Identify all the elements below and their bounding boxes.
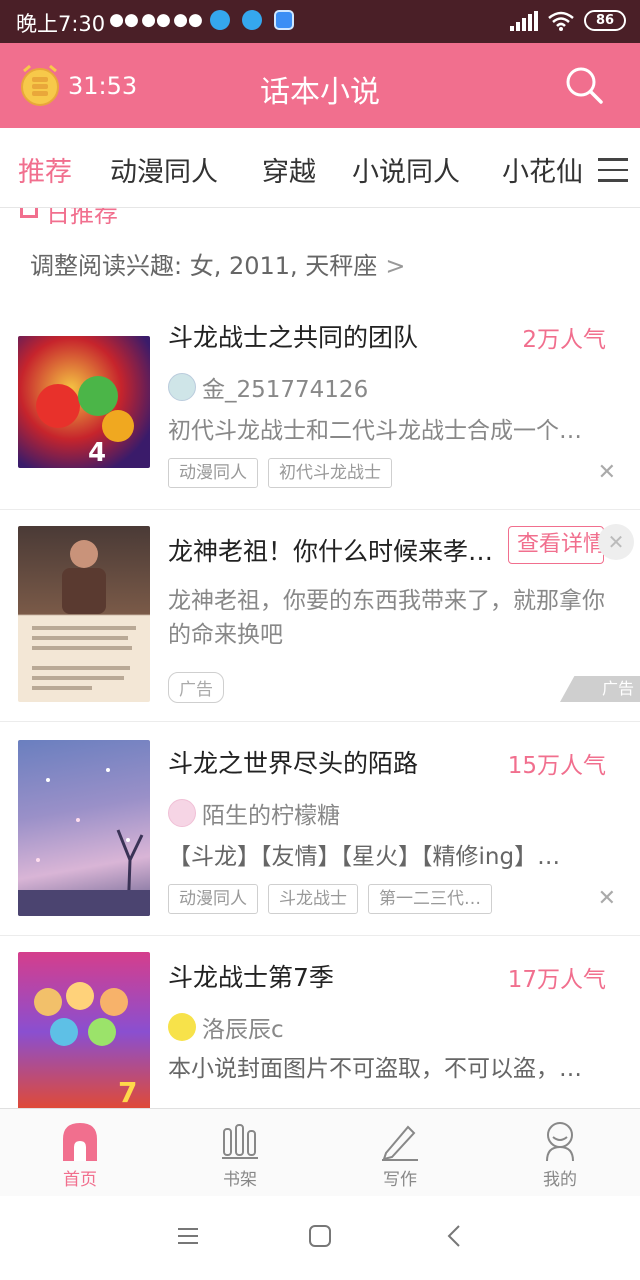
view-details-button[interactable]: 查看详情 bbox=[508, 526, 604, 564]
book-cover bbox=[18, 740, 150, 916]
category-tabs: 推荐 动漫同人 穿越 小说同人 小花仙 bbox=[0, 128, 640, 208]
app-notification-icon bbox=[240, 9, 264, 31]
app-header: 31:53 话本小说 bbox=[0, 43, 640, 128]
home-icon bbox=[63, 1123, 97, 1161]
tag[interactable]: 第一二三代… bbox=[368, 884, 492, 914]
bottom-navigation: 首页 书架 写作 我的 bbox=[0, 1108, 640, 1196]
dismiss-icon[interactable]: ✕ bbox=[598, 460, 616, 485]
author-name[interactable]: 金_251774126 bbox=[202, 370, 368, 404]
tag[interactable]: 动漫同人 bbox=[168, 884, 258, 914]
ad-label: 广告 bbox=[168, 672, 224, 703]
book-description: 初代斗龙战士和二代斗龙战士合成一个… bbox=[168, 418, 582, 444]
svg-text:7: 7 bbox=[118, 1076, 137, 1108]
popularity-count: 17万人气 bbox=[507, 967, 606, 993]
tab-novel-fanfic[interactable]: 小说同人 bbox=[352, 150, 460, 189]
adjust-interest-link[interactable]: 调整阅读兴趣: 女, 2011, 天秤座 > bbox=[30, 246, 405, 281]
close-icon[interactable]: ✕ bbox=[598, 524, 634, 560]
book-description: 【斗龙】【友情】【星火】【精修ing】… bbox=[168, 844, 561, 870]
wechat-icon: ●● bbox=[173, 10, 203, 30]
nav-write-label: 写作 bbox=[383, 1170, 417, 1190]
nav-bookshelf-label: 书架 bbox=[223, 1170, 257, 1190]
book-item[interactable]: 7 斗龙战士第7季 17万人气 洛辰辰c 本小说封面图片不可盗取，不可以盗，… bbox=[0, 936, 640, 1108]
search-icon[interactable] bbox=[564, 65, 604, 105]
chevron-right-icon: > bbox=[385, 252, 406, 280]
interest-text: 调整阅读兴趣: 女, 2011, 天秤座 bbox=[30, 252, 378, 280]
svg-text:4: 4 bbox=[88, 438, 106, 468]
dismiss-icon[interactable]: ✕ bbox=[598, 886, 616, 911]
ad-cover bbox=[18, 526, 150, 702]
ad-corner-mark: 广告 bbox=[560, 676, 640, 702]
book-cover: 4 bbox=[18, 336, 150, 468]
signal-icon bbox=[510, 10, 538, 31]
profile-icon bbox=[546, 1122, 574, 1161]
app-notification-icon bbox=[272, 9, 296, 31]
system-navigation-bar bbox=[0, 1196, 640, 1280]
wechat-icon: ●● bbox=[109, 10, 139, 30]
section-header: 日推荐 bbox=[20, 208, 220, 228]
nav-write[interactable]: 写作 bbox=[360, 1119, 440, 1190]
nav-home[interactable]: 首页 bbox=[40, 1119, 120, 1190]
bookshelf-icon bbox=[222, 1124, 258, 1159]
book-title: 斗龙之世界尽头的陌路 bbox=[168, 749, 419, 778]
nav-profile-label: 我的 bbox=[543, 1170, 577, 1190]
status-time: 晚上7:30 bbox=[16, 12, 106, 36]
tab-anime-fanfic[interactable]: 动漫同人 bbox=[110, 150, 218, 189]
avatar bbox=[168, 799, 196, 827]
notification-icons: ●● ●● ●● bbox=[109, 9, 296, 31]
tab-time-travel[interactable]: 穿越 bbox=[262, 150, 316, 189]
avatar bbox=[168, 1013, 196, 1041]
tag[interactable]: 初代斗龙战士 bbox=[268, 458, 392, 488]
nav-bookshelf[interactable]: 书架 bbox=[200, 1119, 280, 1190]
wechat-icon: ●● bbox=[141, 10, 171, 30]
battery-indicator: 86 bbox=[584, 10, 626, 31]
wifi-icon bbox=[548, 11, 574, 31]
tab-xiaohuaxian[interactable]: 小花仙 bbox=[502, 150, 583, 189]
app-title: 话本小说 bbox=[260, 75, 380, 110]
nav-profile[interactable]: 我的 bbox=[520, 1119, 600, 1190]
book-description: 本小说封面图片不可盗取，不可以盗，… bbox=[168, 1056, 582, 1082]
tab-recommend[interactable]: 推荐 bbox=[18, 150, 72, 189]
recent-apps-icon[interactable] bbox=[176, 1224, 200, 1248]
ad-item[interactable]: 龙神老祖！你什么时候来孝… 查看详情 ✕ 龙神老祖，你要的东西我带来了，就那拿你… bbox=[0, 510, 640, 722]
pen-icon bbox=[382, 1125, 418, 1161]
avatar bbox=[168, 373, 196, 401]
book-item[interactable]: 斗龙之世界尽头的陌路 15万人气 陌生的柠檬糖 【斗龙】【友情】【星火】【精修i… bbox=[0, 722, 640, 936]
back-icon[interactable] bbox=[444, 1224, 464, 1248]
section-title: 日推荐 bbox=[46, 208, 118, 228]
menu-icon[interactable] bbox=[598, 156, 628, 182]
ad-title: 龙神老祖！你什么时候来孝… bbox=[168, 537, 494, 566]
book-title: 斗龙战士第7季 bbox=[168, 963, 334, 992]
home-button-icon[interactable] bbox=[308, 1224, 332, 1248]
tag[interactable]: 动漫同人 bbox=[168, 458, 258, 488]
app-notification-icon bbox=[208, 9, 232, 31]
status-bar: 晚上7:30 ●● ●● ●● 86 bbox=[0, 0, 640, 43]
book-title: 斗龙战士之共同的团队 bbox=[168, 323, 419, 352]
author-name[interactable]: 洛辰辰c bbox=[202, 1010, 284, 1044]
popularity-count: 15万人气 bbox=[507, 753, 606, 779]
book-item[interactable]: 4 斗龙战士之共同的团队 2万人气 金_251774126 初代斗龙战士和二代斗… bbox=[0, 296, 640, 510]
author-name[interactable]: 陌生的柠檬糖 bbox=[202, 796, 340, 830]
ad-description: 龙神老祖，你要的东西我带来了，就那拿你的命来换吧 bbox=[168, 588, 605, 648]
tag[interactable]: 斗龙战士 bbox=[268, 884, 358, 914]
book-cover: 7 bbox=[18, 952, 150, 1108]
nav-home-label: 首页 bbox=[63, 1170, 97, 1190]
section-marker-icon bbox=[20, 208, 38, 218]
popularity-count: 2万人气 bbox=[522, 327, 606, 353]
